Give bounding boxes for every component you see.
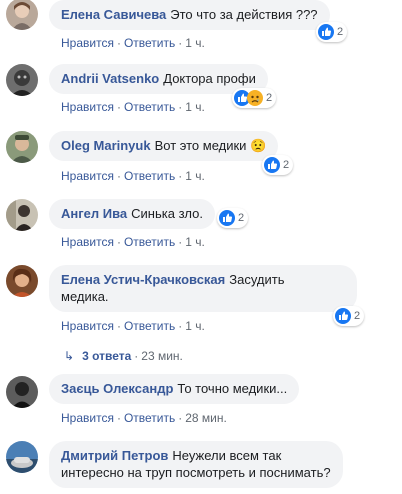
- comment-text: То точно медики...: [177, 381, 288, 396]
- comment-bubble: Елена Савичева Это что за действия ???: [49, 0, 330, 30]
- like-icon: [219, 210, 235, 226]
- separator: ·: [178, 36, 183, 50]
- reaction-summary[interactable]: 2: [232, 88, 277, 108]
- separator: ·: [178, 100, 183, 114]
- comment-time[interactable]: 1 ч.: [185, 319, 205, 333]
- comment-text-line2: медика.: [61, 289, 109, 304]
- like-link[interactable]: Нравится: [61, 100, 114, 114]
- comment-author[interactable]: Заєць Олександр: [61, 381, 173, 396]
- separator: ·: [134, 349, 139, 363]
- view-replies[interactable]: ↳ 3 ответа · 23 мин.: [64, 348, 183, 364]
- like-link[interactable]: Нравится: [61, 169, 114, 183]
- comment-time[interactable]: 1 ч.: [185, 100, 205, 114]
- comment-text: Вот это медики 😟: [154, 138, 267, 153]
- reply-link[interactable]: Ответить: [124, 100, 175, 114]
- comment-text-line1: Засудить: [229, 272, 285, 287]
- avatar[interactable]: [6, 0, 38, 30]
- comment-text: Это что за действия ???: [170, 7, 318, 22]
- reaction-summary[interactable]: 2: [316, 22, 348, 42]
- avatar[interactable]: [6, 131, 38, 163]
- separator: ·: [116, 235, 121, 249]
- comment-time[interactable]: 1 ч.: [185, 169, 205, 183]
- comment-text: Синька зло.: [131, 206, 203, 221]
- comment-actions: Нравится · Ответить · 1 ч.: [61, 168, 205, 184]
- like-icon: [335, 308, 351, 324]
- comment-author[interactable]: Ангел Ива: [61, 206, 127, 221]
- separator: ·: [178, 411, 183, 425]
- like-link[interactable]: Нравится: [61, 319, 114, 333]
- reaction-summary[interactable]: 2: [217, 208, 249, 228]
- like-icon: [264, 157, 280, 173]
- reaction-count: 2: [238, 212, 245, 224]
- like-link[interactable]: Нравится: [61, 411, 114, 425]
- comment-bubble: Заєць Олександр То точно медики...: [49, 374, 300, 404]
- comment-bubble: Елена Устич-Крачковская Засудить медика.: [49, 265, 357, 312]
- like-icon: [318, 24, 334, 40]
- comment-text-line2: интересно на труп посмотреть и поснимать…: [61, 465, 331, 480]
- separator: ·: [178, 169, 183, 183]
- comment-time[interactable]: 1 ч.: [185, 235, 205, 249]
- comment-author[interactable]: Дмитрий Петров: [61, 448, 168, 463]
- comment-author[interactable]: Oleg Marinyuk: [61, 138, 151, 153]
- reaction-count: 2: [354, 310, 361, 322]
- comment-text-line1: Неужели всем так: [172, 448, 282, 463]
- separator: ·: [116, 100, 121, 114]
- avatar[interactable]: [6, 265, 38, 297]
- like-link[interactable]: Нравится: [61, 235, 114, 249]
- reaction-count: 2: [337, 26, 344, 38]
- reaction-count: 2: [266, 92, 273, 104]
- reaction-count: 2: [283, 159, 290, 171]
- separator: ·: [116, 411, 121, 425]
- like-link[interactable]: Нравится: [61, 36, 114, 50]
- comment-bubble: Oleg Marinyuk Вот это медики 😟: [49, 131, 279, 161]
- reply-arrow-icon: ↳: [64, 349, 75, 363]
- reply-link[interactable]: Ответить: [124, 235, 175, 249]
- avatar[interactable]: [6, 376, 38, 408]
- comment-author[interactable]: Елена Савичева: [61, 7, 166, 22]
- separator: ·: [178, 319, 183, 333]
- separator: ·: [116, 36, 121, 50]
- comment-actions: Нравится · Ответить · 1 ч.: [61, 99, 205, 115]
- reply-link[interactable]: Ответить: [124, 411, 175, 425]
- avatar[interactable]: [6, 199, 38, 231]
- replies-time: 23 мин.: [141, 349, 183, 363]
- comment-text: Доктора профи: [163, 71, 256, 86]
- reply-link[interactable]: Ответить: [124, 169, 175, 183]
- comment-bubble: Дмитрий Петров Неужели всем так интересно …: [49, 441, 343, 488]
- sad-icon: [247, 90, 263, 106]
- reply-link[interactable]: Ответить: [124, 36, 175, 50]
- comment-time[interactable]: 1 ч.: [185, 36, 205, 50]
- comment-bubble: Ангел Ива Синька зло.: [49, 199, 215, 229]
- separator: ·: [116, 319, 121, 333]
- comment-actions: Нравится · Ответить · 1 ч.: [61, 234, 205, 250]
- reply-link[interactable]: Ответить: [124, 319, 175, 333]
- comment-actions: Нравится · Ответить · 28 мин.: [61, 410, 227, 426]
- reaction-summary[interactable]: 2: [333, 306, 365, 326]
- replies-count-link[interactable]: 3 ответа: [82, 349, 131, 363]
- reaction-summary[interactable]: 2: [262, 155, 294, 175]
- avatar[interactable]: [6, 441, 38, 473]
- comment-author[interactable]: Елена Устич-Крачковская: [61, 272, 225, 287]
- comment-author[interactable]: Andrii Vatsenko: [61, 71, 159, 86]
- comment-actions: Нравится · Ответить · 1 ч.: [61, 35, 205, 51]
- comment-actions: Нравится · Ответить · 1 ч.: [61, 318, 205, 334]
- comment-time[interactable]: 28 мин.: [185, 411, 227, 425]
- separator: ·: [178, 235, 183, 249]
- separator: ·: [116, 169, 121, 183]
- avatar[interactable]: [6, 64, 38, 96]
